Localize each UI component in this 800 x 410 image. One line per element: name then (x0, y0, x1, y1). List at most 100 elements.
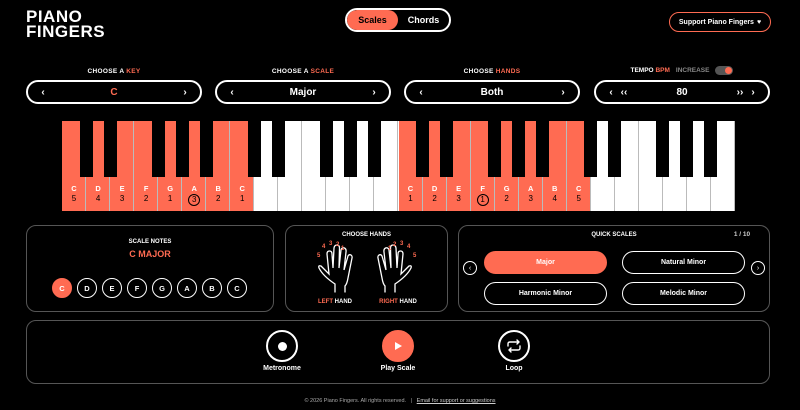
black-key[interactable] (416, 121, 430, 177)
right-finger-number: 1 (388, 246, 392, 252)
finger-number-text: 3 (188, 194, 201, 206)
quick-scales-page: 1 / 10 (733, 231, 751, 238)
heart-icon: ♥ (756, 18, 762, 26)
black-key[interactable] (536, 121, 550, 177)
play-scale-label: Play Scale (380, 365, 416, 372)
right-hand-note-label: E (456, 184, 462, 193)
left-hand-note-label: A (191, 184, 197, 193)
support-label: Support Piano Fingers (678, 18, 754, 26)
scale-label: CHOOSE A SCALE (271, 68, 335, 75)
support-email-link[interactable]: Email for support or suggestions (417, 398, 496, 404)
black-key[interactable] (584, 121, 598, 177)
metronome-button[interactable] (266, 330, 298, 362)
scale-notes-title: SCALE NOTES (128, 239, 172, 245)
black-key[interactable] (440, 121, 454, 177)
right-hand-finger-number: 3 (447, 194, 470, 203)
tempo-label: TEMPO BPM INCREASE (594, 66, 770, 75)
left-finger-number: 4 (322, 244, 326, 250)
black-key[interactable] (175, 121, 189, 177)
chevron-left-icon[interactable]: ‹ (416, 87, 426, 98)
loop-icon (507, 339, 521, 353)
support-button[interactable]: Support Piano Fingers ♥ (669, 12, 771, 32)
black-key[interactable] (512, 121, 526, 177)
black-key[interactable] (680, 121, 694, 177)
scale-note[interactable]: E (102, 278, 122, 298)
quick-scale-natural-minor[interactable]: Natural Minor (622, 251, 745, 274)
right-hand-note-label: D (431, 184, 438, 193)
finger-number-text: 3 (456, 194, 461, 203)
footer-separator: | (410, 398, 413, 404)
scale-note[interactable]: A (177, 278, 197, 298)
scale-note[interactable]: C (52, 278, 72, 298)
left-hand-label[interactable]: LEFT HAND (305, 299, 365, 305)
prev-page-icon[interactable]: ‹ (463, 261, 477, 275)
tempo-value: 80 (676, 86, 688, 98)
play-scale-button[interactable] (382, 330, 414, 362)
left-hand-note-label: C (71, 184, 77, 193)
loop-button[interactable] (498, 330, 530, 362)
scale-note[interactable]: D (77, 278, 97, 298)
hands-label: CHOOSE HANDS (463, 68, 521, 75)
left-finger-number: 5 (317, 253, 321, 259)
black-key[interactable] (319, 121, 333, 177)
left-finger-number: 1 (341, 246, 345, 252)
chevron-left-icon[interactable]: ‹ (227, 87, 237, 98)
chevron-left-icon[interactable]: ‹ (606, 87, 616, 98)
left-finger-number: 2 (336, 242, 340, 248)
logo-line-2: FINGERS (26, 22, 106, 41)
tab-chords[interactable]: Chords (398, 10, 449, 30)
right-hand-icon (377, 244, 412, 293)
right-hand-finger-number: 5 (567, 194, 590, 203)
black-key[interactable] (271, 121, 285, 177)
finger-number-text: 2 (432, 194, 437, 203)
black-key[interactable] (199, 121, 213, 177)
chevron-right-icon[interactable]: › (369, 87, 379, 98)
scale-note[interactable]: B (202, 278, 222, 298)
black-key[interactable] (151, 121, 165, 177)
finger-number-text: 5 (71, 194, 77, 203)
chevron-right-icon[interactable]: › (748, 87, 758, 98)
left-hand-finger-number: 1 (231, 194, 254, 203)
scale-note[interactable]: F (127, 278, 147, 298)
left-hand-note-label: D (95, 184, 101, 193)
black-key[interactable] (247, 121, 261, 177)
black-key[interactable] (488, 121, 502, 177)
tempo-decrease-button[interactable]: ‹‹ (616, 87, 632, 98)
black-key[interactable] (103, 121, 117, 177)
increase-toggle[interactable] (715, 66, 734, 75)
quick-scale-melodic-minor[interactable]: Melodic Minor (622, 282, 745, 305)
scale-note[interactable]: G (152, 278, 172, 298)
quick-scale-major[interactable]: Major (484, 251, 607, 274)
finger-number-text: 4 (95, 194, 101, 203)
finger-number-text: 2 (215, 194, 221, 203)
quick-scale-harmonic-minor[interactable]: Harmonic Minor (484, 282, 607, 305)
hands-selector: ‹ Both › (404, 80, 580, 104)
black-key[interactable] (704, 121, 718, 177)
finger-number-text: 2 (143, 194, 149, 203)
black-key[interactable] (608, 121, 622, 177)
black-key[interactable] (343, 121, 357, 177)
tempo-increase-button[interactable]: ›› (732, 87, 748, 98)
black-key[interactable] (79, 121, 93, 177)
right-finger-number: 2 (393, 242, 397, 248)
right-hand-note-label: A (527, 184, 534, 193)
black-key[interactable] (656, 121, 670, 177)
scale-note[interactable]: C (227, 278, 247, 298)
chevron-right-icon[interactable]: › (180, 87, 190, 98)
left-hand-finger-number: 2 (207, 194, 230, 203)
finger-number-text: 3 (528, 194, 533, 203)
left-hand-note-label: B (215, 184, 221, 193)
chevron-left-icon[interactable]: ‹ (38, 87, 48, 98)
logo[interactable]: PIANO FINGERS (26, 8, 106, 41)
left-finger-number: 3 (329, 241, 333, 247)
left-hand-note-label: E (119, 184, 125, 193)
mode-toggle: Scales Chords (345, 8, 451, 32)
finger-number-text: 1 (476, 194, 489, 206)
black-key[interactable] (367, 121, 381, 177)
right-hand-label[interactable]: RIGHT HAND (368, 299, 428, 305)
tab-scales[interactable]: Scales (347, 10, 398, 30)
finger-number-text: 3 (119, 194, 125, 203)
chevron-right-icon[interactable]: › (558, 87, 568, 98)
right-hand-note-label: G (503, 184, 510, 193)
next-page-icon[interactable]: › (751, 261, 765, 275)
